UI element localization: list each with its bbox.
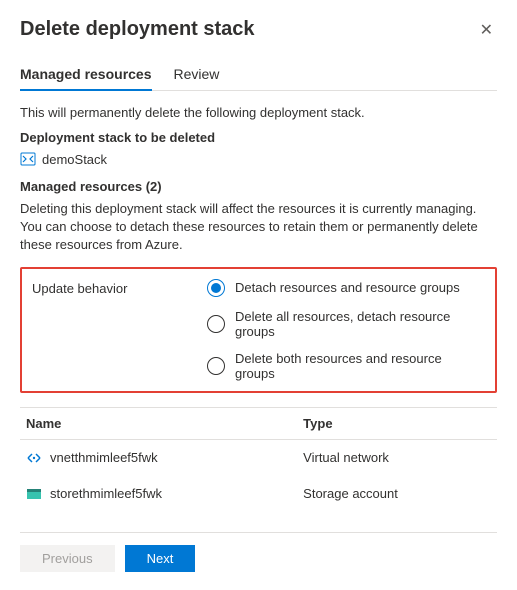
storage-icon <box>26 486 42 502</box>
tab-bar: Managed resources Review <box>20 60 497 91</box>
update-behavior-box: Update behavior Detach resources and res… <box>20 267 497 393</box>
radio-label: Delete both resources and resource group… <box>235 351 485 381</box>
tab-managed-resources[interactable]: Managed resources <box>20 60 152 90</box>
stack-item: demoStack <box>20 151 497 167</box>
resource-type: Storage account <box>297 476 497 512</box>
next-button[interactable]: Next <box>125 545 196 572</box>
resources-table: Name Type vnetthmimleef5fwk Virtual netw… <box>20 407 497 512</box>
page-title: Delete deployment stack <box>20 18 255 41</box>
radio-detach[interactable]: Detach resources and resource groups <box>207 279 485 297</box>
col-type: Type <box>297 407 497 439</box>
managed-info-text: Deleting this deployment stack will affe… <box>20 200 497 255</box>
stack-name: demoStack <box>42 152 107 167</box>
resource-name: vnetthmimleef5fwk <box>50 450 158 465</box>
radio-delete-resources[interactable]: Delete all resources, detach resource gr… <box>207 309 485 339</box>
resource-type: Virtual network <box>297 439 497 476</box>
radio-icon <box>207 315 225 333</box>
update-behavior-label: Update behavior <box>32 279 207 381</box>
intro-text: This will permanently delete the followi… <box>20 105 497 120</box>
vnet-icon <box>26 450 42 466</box>
previous-button[interactable]: Previous <box>20 545 115 572</box>
resource-name: storethmimleef5fwk <box>50 486 162 501</box>
col-name: Name <box>20 407 297 439</box>
footer: Previous Next <box>20 532 497 572</box>
tab-review[interactable]: Review <box>174 60 220 90</box>
stack-section-label: Deployment stack to be deleted <box>20 130 497 145</box>
table-row: storethmimleef5fwk Storage account <box>20 476 497 512</box>
stack-icon <box>20 151 36 167</box>
radio-delete-both[interactable]: Delete both resources and resource group… <box>207 351 485 381</box>
table-row: vnetthmimleef5fwk Virtual network <box>20 439 497 476</box>
managed-resources-label: Managed resources (2) <box>20 179 497 194</box>
radio-label: Detach resources and resource groups <box>235 280 460 295</box>
radio-icon <box>207 279 225 297</box>
radio-label: Delete all resources, detach resource gr… <box>235 309 485 339</box>
close-icon[interactable]: ✕ <box>476 18 497 42</box>
radio-icon <box>207 357 225 375</box>
